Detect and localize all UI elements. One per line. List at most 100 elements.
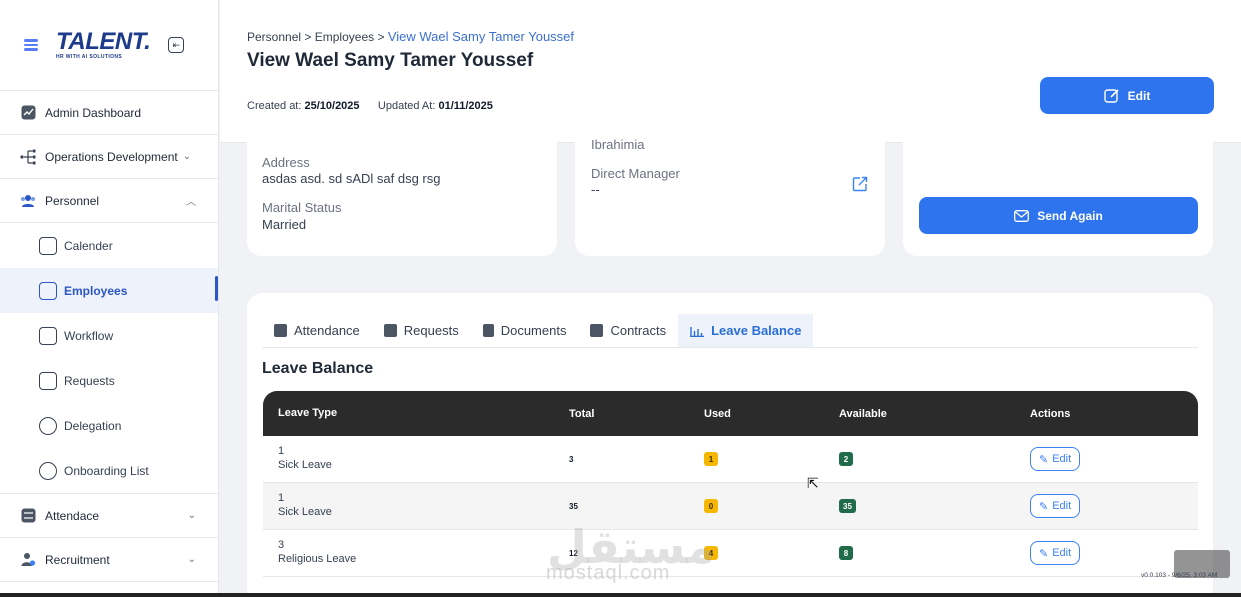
sidebar-item-onboarding-list[interactable]: Onboarding List bbox=[0, 448, 218, 493]
created-value: 25/10/2025 bbox=[304, 100, 360, 112]
personnel-submenu: Calender Employees Workflow Requests Del… bbox=[0, 223, 218, 494]
row-edit-button[interactable]: ✎ Edit bbox=[1030, 541, 1081, 565]
marital-status-label: Marital Status bbox=[262, 200, 342, 215]
tab-contracts[interactable]: Contracts bbox=[578, 314, 678, 347]
breadcrumb-separator: > bbox=[304, 30, 312, 44]
actions-cell: ✎ Edit bbox=[1030, 541, 1198, 565]
breadcrumb-employees[interactable]: Employees bbox=[315, 30, 374, 44]
sidebar-item-recruitment[interactable]: Recruitment ⌄ bbox=[0, 538, 218, 582]
tab-label: Documents bbox=[500, 323, 567, 338]
leave-type-name: Religious Leave bbox=[278, 553, 357, 565]
sidebar-item-calender[interactable]: Calender bbox=[0, 223, 218, 268]
updated-label: Updated At: bbox=[377, 100, 436, 112]
used-badge: 0 bbox=[704, 499, 718, 513]
row-edit-label: Edit bbox=[1052, 547, 1072, 559]
document-icon bbox=[482, 324, 494, 337]
chevron-up-icon: ︿ bbox=[186, 197, 196, 208]
tab-label: Contracts bbox=[610, 323, 667, 338]
send-again-button[interactable]: Send Again bbox=[919, 197, 1198, 234]
used-cell: 0 bbox=[704, 499, 839, 513]
column-header[interactable]: Leave Type bbox=[263, 407, 569, 421]
tab-label: Leave Balance bbox=[711, 323, 802, 338]
mouse-cursor-icon: ⇱ bbox=[807, 475, 819, 491]
sidebar-item-label: Recruitment bbox=[45, 552, 110, 567]
dashboard-chart-icon bbox=[20, 105, 36, 121]
breadcrumb-personnel[interactable]: Personnel bbox=[247, 30, 301, 44]
sidebar-item-label: Attendace bbox=[45, 508, 100, 523]
chevron-down-icon: ⌄ bbox=[187, 554, 196, 565]
tab-requests[interactable]: Requests bbox=[372, 314, 471, 347]
row-edit-button[interactable]: ✎ Edit bbox=[1030, 447, 1081, 471]
pencil-icon: ✎ bbox=[1039, 453, 1049, 466]
sidebar-item-label: Personnel bbox=[45, 193, 100, 208]
address-value: asdas asd. sd sADl saf dsg rsg bbox=[262, 171, 441, 186]
sidebar-item-label: Onboarding List bbox=[64, 463, 149, 478]
available-badge: 35 bbox=[839, 499, 856, 513]
table-header: Leave Type Total Used Available Actions bbox=[263, 391, 1198, 436]
total-cell: 3 bbox=[569, 454, 574, 464]
clipped-value: Ibrahimia bbox=[591, 137, 645, 152]
sidebar-item-admin-dashboard[interactable]: Admin Dashboard bbox=[0, 91, 218, 135]
row-edit-button[interactable]: ✎ Edit bbox=[1030, 494, 1081, 518]
edit-icon bbox=[1103, 88, 1119, 103]
available-cell: 35 bbox=[839, 499, 1030, 513]
available-cell: 2 bbox=[839, 452, 1030, 466]
breadcrumb-separator: > bbox=[377, 30, 385, 44]
actions-cell: ✎ Edit bbox=[1030, 494, 1198, 518]
table-row: 3 Religious Leave 12 4 8 ✎ Edit bbox=[263, 530, 1198, 577]
tab-label: Attendance bbox=[294, 323, 360, 338]
tab-documents[interactable]: Documents bbox=[471, 314, 579, 347]
leave-balance-table: Leave Type Total Used Available Actions … bbox=[263, 391, 1198, 577]
created-label: Created at: bbox=[247, 100, 302, 112]
total-cell: 35 bbox=[569, 501, 578, 511]
sidebar-item-delegation[interactable]: Delegation bbox=[0, 403, 218, 448]
external-link-icon[interactable] bbox=[852, 176, 868, 192]
sidebar-item-label: Calender bbox=[64, 238, 113, 253]
record-dates: Created at: 25/10/2025 Updated At: 01/11… bbox=[247, 100, 493, 112]
bottom-border bbox=[0, 593, 1241, 597]
leave-type-cell: 1 Sick Leave bbox=[263, 492, 569, 520]
column-header: Actions bbox=[1030, 407, 1071, 420]
sidebar-item-label: Employees bbox=[64, 283, 128, 298]
request-icon bbox=[383, 324, 397, 337]
table-row: 1 Sick Leave 3 1 2 ✎ Edit bbox=[263, 436, 1198, 483]
leave-type-id: 3 bbox=[278, 539, 285, 552]
used-badge: 1 bbox=[704, 452, 718, 466]
direct-manager-value: -- bbox=[591, 182, 600, 197]
direct-manager-label: Direct Manager bbox=[591, 166, 680, 181]
contract-icon bbox=[590, 324, 604, 337]
talent-logo[interactable]: TALENT. HR WITH AI SOLUTIONS bbox=[56, 30, 151, 60]
chevron-down-icon: ⌄ bbox=[182, 151, 192, 162]
column-header[interactable]: Total bbox=[569, 408, 704, 420]
sidebar-item-requests[interactable]: Requests bbox=[0, 358, 218, 403]
bar-chart-icon bbox=[690, 326, 705, 337]
logo-tagline: HR WITH AI SOLUTIONS bbox=[56, 54, 123, 60]
tab-leave-balance[interactable]: Leave Balance bbox=[678, 314, 814, 347]
row-edit-label: Edit bbox=[1052, 500, 1072, 512]
page-header: Personnel > Employees > View Wael Samy T… bbox=[220, 0, 1241, 143]
people-icon bbox=[20, 193, 36, 209]
column-header[interactable]: Used bbox=[704, 408, 839, 420]
sidebar-item-attendace[interactable]: Attendace ⌄ bbox=[0, 494, 218, 538]
updated-value: 01/11/2025 bbox=[438, 100, 493, 112]
tab-attendance[interactable]: Attendance bbox=[262, 314, 372, 347]
leave-type-name: Sick Leave bbox=[278, 459, 332, 471]
available-badge: 8 bbox=[839, 546, 853, 560]
send-again-label: Send Again bbox=[1037, 208, 1103, 223]
employee-tabs-panel: Attendance Requests Documents Contracts … bbox=[247, 293, 1213, 597]
tab-bar: Attendance Requests Documents Contracts … bbox=[262, 314, 1198, 348]
breadcrumb: Personnel > Employees > View Wael Samy T… bbox=[247, 29, 574, 44]
watermark-latin: mostaql.com bbox=[546, 562, 671, 584]
sidebar-item-employees[interactable]: Employees bbox=[0, 268, 218, 313]
timer-plus-icon bbox=[39, 461, 57, 480]
sidebar-item-operations-development[interactable]: Operations Development ⌄ bbox=[0, 135, 218, 179]
hamburger-menu-icon[interactable] bbox=[24, 39, 38, 51]
brand-area: TALENT. HR WITH AI SOLUTIONS ⇤ bbox=[0, 0, 218, 91]
calendar-chart-icon bbox=[39, 236, 57, 255]
column-header[interactable]: Available bbox=[839, 408, 1030, 420]
edit-employee-button[interactable]: Edit bbox=[1040, 77, 1214, 114]
collapse-sidebar-icon[interactable]: ⇤ bbox=[168, 37, 185, 53]
attendance-icon bbox=[20, 508, 36, 524]
sidebar-item-workflow[interactable]: Workflow bbox=[0, 313, 218, 358]
sidebar-item-personnel[interactable]: Personnel ︿ bbox=[0, 179, 218, 223]
